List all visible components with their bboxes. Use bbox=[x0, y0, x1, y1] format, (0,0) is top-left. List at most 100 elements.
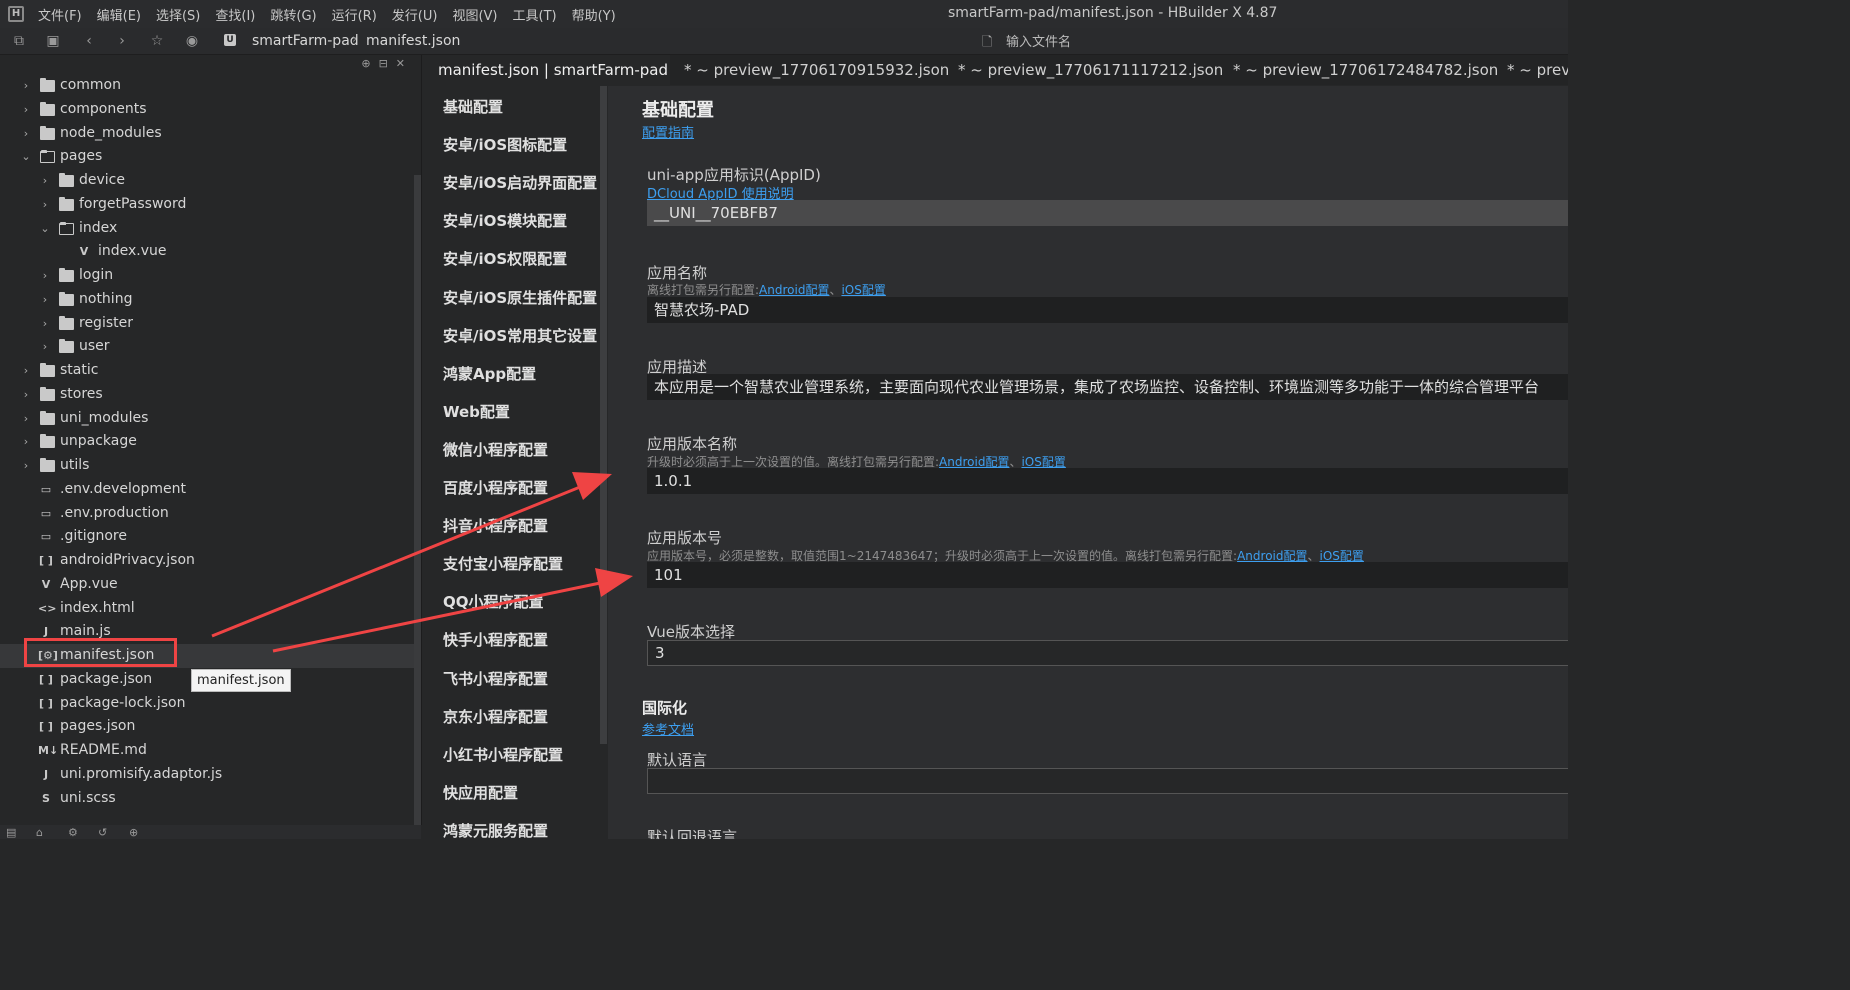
chevron-right-icon[interactable]: › bbox=[39, 169, 51, 193]
tab-preview-4[interactable]: * ~ previ bbox=[1497, 55, 1568, 85]
close-panel-icon[interactable]: ✕ bbox=[396, 57, 413, 70]
app-name-android-link[interactable]: Android配置 bbox=[759, 283, 829, 297]
chevron-right-icon[interactable]: › bbox=[20, 122, 32, 146]
chevron-right-icon[interactable]: › bbox=[20, 74, 32, 98]
chevron-right-icon[interactable]: › bbox=[39, 193, 51, 217]
chevron-right-icon[interactable]: › bbox=[20, 454, 32, 478]
default-lang-select[interactable] bbox=[647, 768, 1568, 794]
plugin-icon[interactable]: ⌂ bbox=[36, 827, 49, 839]
tree-folder[interactable]: › components bbox=[0, 98, 414, 122]
tree-folder[interactable]: › static bbox=[0, 359, 414, 383]
star-icon[interactable]: ☆ bbox=[148, 32, 166, 50]
tab-preview-1[interactable]: * ~ preview_17706170915932.json bbox=[674, 55, 949, 85]
version-name-field[interactable]: 1.0.1 bbox=[647, 468, 1568, 494]
forward-icon[interactable]: › bbox=[113, 32, 131, 50]
git-icon[interactable]: ↺ bbox=[98, 827, 111, 839]
tree-folder[interactable]: › user bbox=[0, 335, 414, 359]
chevron-down-icon[interactable]: ⌄ bbox=[20, 145, 32, 169]
breadcrumb-project[interactable]: smartFarm-pad bbox=[252, 33, 359, 49]
chevron-right-icon[interactable]: › bbox=[39, 335, 51, 359]
chevron-right-icon[interactable]: › bbox=[39, 288, 51, 312]
config-nav-item[interactable]: 支付宝小程序配置 bbox=[443, 553, 563, 574]
tree-folder[interactable]: › register bbox=[0, 312, 414, 336]
back-icon[interactable]: ‹ bbox=[80, 32, 98, 50]
settings-icon[interactable]: ⚙ bbox=[68, 827, 81, 839]
explorer-icon[interactable]: ▤ bbox=[6, 827, 19, 839]
menu-select[interactable]: 选择(S) bbox=[156, 5, 200, 24]
menu-find[interactable]: 查找(I) bbox=[215, 5, 255, 24]
chevron-right-icon[interactable]: › bbox=[20, 407, 32, 431]
menu-publish[interactable]: 发行(U) bbox=[392, 5, 438, 24]
config-nav-item[interactable]: 安卓/iOS启动界面配置 bbox=[443, 172, 597, 193]
file-search-input[interactable] bbox=[1004, 32, 1308, 52]
chevron-right-icon[interactable]: › bbox=[20, 98, 32, 122]
tree-file[interactable]: V App.vue bbox=[0, 573, 414, 597]
tree-folder[interactable]: › common bbox=[0, 74, 414, 98]
config-nav-item[interactable]: 快手小程序配置 bbox=[443, 629, 548, 650]
config-nav-item[interactable]: Web配置 bbox=[443, 401, 510, 422]
config-nav-item[interactable]: 安卓/iOS权限配置 bbox=[443, 248, 567, 269]
config-nav-scrollbar[interactable] bbox=[600, 86, 607, 744]
menu-help[interactable]: 帮助(Y) bbox=[572, 5, 616, 24]
tree-folder[interactable]: › nothing bbox=[0, 288, 414, 312]
tree-file[interactable]: [ ] pages.json bbox=[0, 715, 414, 739]
tree-file[interactable]: M↓ README.md bbox=[0, 739, 414, 763]
save-icon[interactable]: ▣ bbox=[44, 32, 62, 50]
config-guide-link[interactable]: 配置指南 bbox=[642, 122, 694, 141]
chevron-right-icon[interactable]: › bbox=[39, 312, 51, 336]
config-nav-item[interactable]: 小红书小程序配置 bbox=[443, 744, 563, 765]
config-nav-item[interactable]: 安卓/iOS图标配置 bbox=[443, 134, 567, 155]
config-nav-item[interactable]: 百度小程序配置 bbox=[443, 477, 548, 498]
app-name-field[interactable]: 智慧农场-PAD bbox=[647, 297, 1568, 323]
i18n-doc-link[interactable]: 参考文档 bbox=[642, 719, 694, 738]
tree-file[interactable]: Juni.promisify.adaptor.js bbox=[0, 763, 414, 787]
config-nav-item[interactable]: 鸿蒙元服务配置 bbox=[443, 820, 548, 839]
tab-manifest[interactable]: manifest.json | smartFarm-pad bbox=[428, 55, 670, 85]
tree-folder[interactable]: › uni_modules bbox=[0, 407, 414, 431]
tree-file[interactable]: [ ] androidPrivacy.json bbox=[0, 549, 414, 573]
menu-tools[interactable]: 工具(T) bbox=[513, 5, 557, 24]
tree-file[interactable]: Suni.scss bbox=[0, 787, 414, 811]
tree-file[interactable]: Vindex.vue bbox=[0, 240, 414, 264]
menu-file[interactable]: 文件(F) bbox=[38, 5, 82, 24]
chevron-right-icon[interactable]: › bbox=[20, 383, 32, 407]
chevron-down-icon[interactable]: ⌄ bbox=[39, 217, 51, 241]
tree-file[interactable]: ▭ .env.production bbox=[0, 502, 414, 526]
app-name-ios-link[interactable]: iOS配置 bbox=[841, 283, 885, 297]
web-icon[interactable]: ⊕ bbox=[129, 827, 142, 839]
config-nav-item[interactable]: 快应用配置 bbox=[443, 782, 518, 803]
config-nav-item[interactable]: 安卓/iOS常用其它设置 bbox=[443, 325, 597, 346]
tree-folder[interactable]: › device bbox=[0, 169, 414, 193]
menu-run[interactable]: 运行(R) bbox=[332, 5, 377, 24]
menu-view[interactable]: 视图(V) bbox=[452, 5, 497, 24]
tree-folder[interactable]: › forgetPassword bbox=[0, 193, 414, 217]
run-icon[interactable]: ◉ bbox=[183, 32, 201, 50]
collapse-all-icon[interactable]: ⊟ bbox=[379, 57, 396, 70]
explorer-scrollbar[interactable] bbox=[414, 175, 421, 825]
app-desc-field[interactable]: 本应用是一个智慧农业管理系统，主要面向现代农业管理场景，集成了农场监控、设备控制… bbox=[647, 374, 1568, 400]
config-nav-item[interactable]: 安卓/iOS模块配置 bbox=[443, 210, 567, 231]
version-name-android-link[interactable]: Android配置 bbox=[939, 455, 1009, 469]
tree-folder[interactable]: › node_modules bbox=[0, 122, 414, 146]
tab-preview-3[interactable]: * ~ preview_17706172484782.json bbox=[1223, 55, 1498, 85]
tree-file[interactable]: ▭ .env.development bbox=[0, 478, 414, 502]
version-code-ios-link[interactable]: iOS配置 bbox=[1320, 549, 1364, 563]
tree-folder[interactable]: › stores bbox=[0, 383, 414, 407]
chevron-right-icon[interactable]: › bbox=[20, 430, 32, 454]
menu-goto[interactable]: 跳转(G) bbox=[270, 5, 316, 24]
config-nav-item[interactable]: 安卓/iOS原生插件配置 bbox=[443, 287, 597, 308]
version-name-ios-link[interactable]: iOS配置 bbox=[1021, 455, 1065, 469]
config-nav-item[interactable]: 基础配置 bbox=[443, 96, 503, 117]
tree-file[interactable]: [ ] package-lock.json bbox=[0, 692, 414, 716]
breadcrumb-file[interactable]: manifest.json bbox=[366, 33, 460, 49]
config-nav-item[interactable]: 抖音小程序配置 bbox=[443, 515, 548, 536]
tree-folder[interactable]: ⌄ index bbox=[0, 217, 414, 241]
tab-preview-2[interactable]: * ~ preview_17706171117212.json bbox=[948, 55, 1223, 85]
version-code-android-link[interactable]: Android配置 bbox=[1237, 549, 1307, 563]
version-code-field[interactable]: 101 bbox=[647, 562, 1568, 588]
new-file-icon[interactable]: ⧉ bbox=[10, 32, 28, 50]
locate-file-icon[interactable]: ⊕ bbox=[361, 57, 378, 70]
tree-file[interactable]: <> index.html bbox=[0, 597, 414, 621]
config-nav-item[interactable]: 微信小程序配置 bbox=[443, 439, 548, 460]
config-nav-item[interactable]: QQ小程序配置 bbox=[443, 591, 544, 612]
